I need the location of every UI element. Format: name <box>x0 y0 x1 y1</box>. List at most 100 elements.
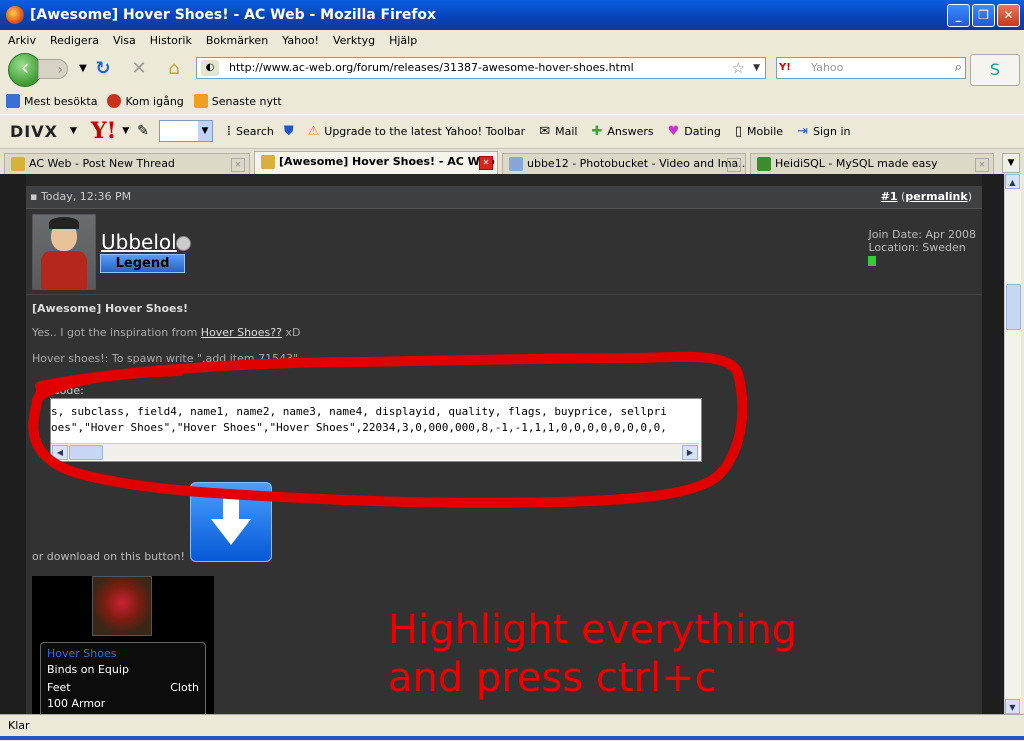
tab-hover-shoes[interactable]: [Awesome] Hover Shoes! - AC Web ✕ <box>254 151 498 175</box>
page-vertical-scrollbar[interactable]: ▲ ▼ <box>1004 174 1021 714</box>
menu-historik[interactable]: Historik <box>150 34 192 47</box>
toolbar-search-combo[interactable]: ▼ <box>158 120 213 142</box>
close-tab-icon[interactable]: ✕ <box>479 156 493 170</box>
menu-redigera[interactable]: Redigera <box>50 34 99 47</box>
bookmark-latest-news[interactable]: Senaste nytt <box>193 94 282 108</box>
annotation-line: and press ctrl+c <box>388 655 717 701</box>
firefox-bookmark-icon <box>107 94 122 108</box>
chevron-down-icon[interactable]: ▼ <box>197 121 212 141</box>
bookmark-icon <box>6 94 20 108</box>
yahoo-dropdown-icon[interactable]: ▼ <box>122 126 129 136</box>
menu-visa[interactable]: Visa <box>113 34 136 47</box>
minimize-button[interactable]: _ <box>947 4 970 27</box>
menu-hjalp[interactable]: Hjälp <box>389 34 417 47</box>
scroll-down-icon[interactable]: ▼ <box>1005 699 1020 714</box>
tab-post-new-thread[interactable]: AC Web - Post New Thread ✕ <box>4 153 250 175</box>
sign-in-button[interactable]: ⇥ Sign in <box>797 124 850 139</box>
search-engine-icon[interactable]: Y! <box>779 60 809 76</box>
search-label: Search <box>236 124 274 138</box>
mobile-icon: ▯ <box>734 123 742 139</box>
search-divider-icon: ⁞ <box>226 123 232 139</box>
forward-button[interactable]: › <box>38 59 68 79</box>
annotation-text: Highlight everything and press ctrl+c <box>388 606 797 702</box>
shield-icon[interactable]: ⛊ <box>284 124 294 139</box>
bookmarks-toolbar: Mest besökta Kom igång Senaste nytt <box>0 90 1024 112</box>
heart-icon: ♥ <box>667 123 680 139</box>
navigation-bar: ‹ › ▼ ↻ ✕ ⌂ ◐ http://www.ac-web.org/foru… <box>0 50 1024 90</box>
close-tab-icon[interactable]: ✕ <box>231 158 245 172</box>
tab-list-button[interactable]: ▼ <box>1002 153 1020 173</box>
bookmark-label: Mest besökta <box>24 94 98 108</box>
window-title: [Awesome] Hover Shoes! - AC Web - Mozill… <box>30 7 437 23</box>
search-icon[interactable]: ⌕ <box>955 58 962 78</box>
divx-dropdown-icon[interactable]: ▼ <box>70 126 77 136</box>
address-bar[interactable]: ◐ http://www.ac-web.org/forum/releases/3… <box>196 57 766 79</box>
maximize-button[interactable]: ❐ <box>972 4 995 27</box>
mail-label: Mail <box>555 124 578 138</box>
site-identity-icon[interactable]: ◐ <box>201 60 219 76</box>
mail-icon: ✉ <box>539 123 551 139</box>
bookmark-label: Kom igång <box>125 94 184 108</box>
scroll-up-icon[interactable]: ▲ <box>1005 174 1020 189</box>
close-tab-icon[interactable]: ✕ <box>727 158 741 172</box>
bookmark-label: Senaste nytt <box>211 94 282 108</box>
search-placeholder: Yahoo <box>811 61 844 74</box>
close-button[interactable]: ✕ <box>997 4 1020 27</box>
bookmark-star-icon[interactable]: ☆ <box>732 58 745 78</box>
title-bar: [Awesome] Hover Shoes! - AC Web - Mozill… <box>0 0 1024 30</box>
stop-icon[interactable]: ✕ <box>128 58 150 80</box>
answers-button[interactable]: ✚ Answers <box>591 124 653 139</box>
yahoo-toolbar: DIVX ▼ Y! ▼ ✎ ▼ ⁞ Search ⛊ ⚠ Upgrade to … <box>0 114 1024 147</box>
bookmark-getting-started[interactable]: Kom igång <box>107 94 184 108</box>
pencil-icon[interactable]: ✎ <box>137 123 149 139</box>
scroll-thumb[interactable] <box>1006 284 1021 330</box>
tab-label: [Awesome] Hover Shoes! - AC Web <box>279 155 495 168</box>
menu-verktyg[interactable]: Verktyg <box>333 34 375 47</box>
bookmark-most-visited[interactable]: Mest besökta <box>6 94 97 108</box>
search-button[interactable]: ⁞ Search <box>227 124 274 139</box>
page-content: ▪ Today, 12:36 PM #1 (permalink) Ubbelol… <box>0 174 1004 714</box>
acweb-tab-icon <box>261 155 275 169</box>
tab-strip: AC Web - Post New Thread ✕ [Awesome] Hov… <box>0 148 1024 175</box>
address-dropdown-icon[interactable]: ▼ <box>753 58 760 78</box>
firefox-window: [Awesome] Hover Shoes! - AC Web - Mozill… <box>0 0 1024 741</box>
tab-label: HeidiSQL - MySQL made easy <box>775 157 938 170</box>
answers-label: Answers <box>607 124 654 138</box>
back-button[interactable]: ‹ <box>8 53 42 87</box>
upgrade-toolbar-button[interactable]: ⚠ Upgrade to the latest Yahoo! Toolbar <box>308 124 526 139</box>
divx-logo[interactable]: DIVX <box>10 122 58 141</box>
menu-bar: Arkiv Redigera Visa Historik Bokmärken Y… <box>0 30 1024 50</box>
acweb-tab-icon <box>11 157 25 171</box>
warning-icon: ⚠ <box>307 123 320 139</box>
skype-icon[interactable]: S <box>970 54 1020 86</box>
history-dropdown-icon[interactable]: ▼ <box>72 58 94 80</box>
tab-heidisql[interactable]: HeidiSQL - MySQL made easy ✕ <box>750 153 994 175</box>
menu-yahoo[interactable]: Yahoo! <box>282 34 319 47</box>
reload-icon[interactable]: ↻ <box>92 58 114 80</box>
menu-bokmarken[interactable]: Bokmärken <box>206 34 268 47</box>
mobile-label: Mobile <box>746 124 784 138</box>
home-icon[interactable]: ⌂ <box>163 58 185 80</box>
search-box[interactable]: Y! Yahoo ⌕ <box>776 57 966 79</box>
photobucket-tab-icon <box>509 157 523 171</box>
upgrade-label: Upgrade to the latest Yahoo! Toolbar <box>324 124 526 138</box>
tab-label: AC Web - Post New Thread <box>29 157 175 170</box>
yahoo-logo[interactable]: Y! <box>91 118 116 144</box>
firefox-icon <box>6 6 24 24</box>
answers-icon: ✚ <box>591 123 603 139</box>
status-text: Klar <box>8 719 30 732</box>
mobile-button[interactable]: ▯ Mobile <box>735 124 783 139</box>
mail-button[interactable]: ✉ Mail <box>539 124 577 139</box>
taskbar-strip <box>0 736 1024 740</box>
menu-arkiv[interactable]: Arkiv <box>8 34 36 47</box>
tab-photobucket[interactable]: ubbe12 - Photobucket - Video and Ima... … <box>502 153 746 175</box>
tab-label: ubbe12 - Photobucket - Video and Ima... <box>527 157 746 170</box>
close-tab-icon[interactable]: ✕ <box>975 158 989 172</box>
heidisql-tab-icon <box>757 157 771 171</box>
dating-button[interactable]: ♥ Dating <box>668 124 721 139</box>
sign-in-icon: ⇥ <box>797 123 808 139</box>
annotation-line: Highlight everything <box>388 607 798 653</box>
sign-in-label: Sign in <box>812 124 851 138</box>
address-text: http://www.ac-web.org/forum/releases/313… <box>229 61 634 74</box>
dating-label: Dating <box>684 124 721 138</box>
